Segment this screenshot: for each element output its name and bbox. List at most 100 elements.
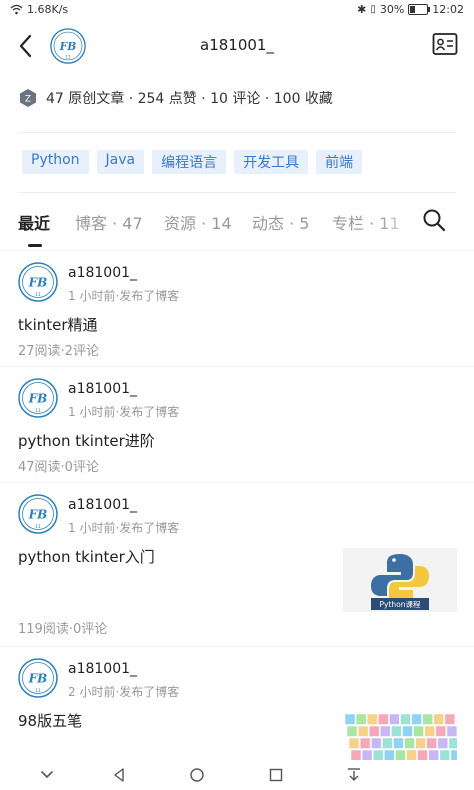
tab-fade: [378, 208, 418, 240]
keyboard-key: [422, 713, 433, 725]
divider: [0, 250, 474, 251]
author-avatar[interactable]: FB 11: [18, 378, 58, 418]
keyboard-key: [415, 737, 426, 749]
avatar-sub: 11: [35, 524, 41, 530]
keyboard-key: [413, 725, 424, 737]
author-name[interactable]: a181001_: [68, 661, 137, 677]
post-stats: 47阅读·0评论: [18, 460, 99, 475]
keyboard-key: [382, 737, 393, 749]
divider: [18, 132, 456, 133]
nav-back-icon[interactable]: [110, 766, 128, 784]
post-title[interactable]: python tkinter入门: [18, 546, 155, 567]
keyboard-key: [446, 725, 457, 737]
tab-bar: 最近 博客 · 47 资源 · 14 动态 · 5 专栏 · 11: [18, 208, 474, 248]
keyboard-key: [444, 713, 456, 725]
profile-card-icon[interactable]: [432, 32, 458, 56]
author-avatar[interactable]: FB 11: [18, 658, 58, 698]
network-speed: 1.68K/s: [27, 3, 69, 16]
python-course-thumbnail[interactable]: Python课程: [343, 548, 457, 612]
avatar-monogram: FB: [28, 276, 48, 290]
tab-blog[interactable]: 博客 · 47: [75, 210, 143, 234]
keyboard-key: [448, 737, 457, 749]
feed-item[interactable]: FB 11 a181001_ 1 小时前·发布了博客 python tkinte…: [0, 494, 474, 642]
divider: [18, 192, 456, 193]
keyboard-key: [426, 737, 437, 749]
profile-stats: Z 47 原创文章 · 254 点赞 · 10 评论 · 100 收藏: [18, 88, 333, 108]
bluetooth-icon: ✱: [357, 3, 367, 16]
keyboard-key: [424, 725, 435, 737]
active-tab-indicator: [28, 244, 42, 247]
status-bar: 1.68K/s ✱ ▯ 30% 12:02: [0, 0, 474, 20]
author-avatar[interactable]: FB 11: [18, 494, 58, 534]
keyboard-key: [346, 725, 358, 737]
keyboard-key: [384, 749, 395, 761]
post-title[interactable]: tkinter精通: [18, 314, 98, 335]
keyboard-key: [450, 749, 457, 761]
keyboard-key: [406, 749, 417, 761]
post-title[interactable]: 98版五笔: [18, 710, 82, 731]
keyboard-key: [439, 749, 451, 761]
tag-java[interactable]: Java: [96, 150, 145, 174]
battery-level: [410, 6, 416, 13]
avatar-monogram: FB: [28, 508, 48, 522]
author-name[interactable]: a181001_: [68, 497, 137, 513]
keyboard-key: [368, 725, 380, 737]
vibrate-icon: ▯: [370, 4, 376, 15]
keyboard-key: [417, 749, 428, 761]
stats-text: 47 原创文章 · 254 点赞 · 10 评论 · 100 收藏: [46, 91, 333, 107]
tab-resources[interactable]: 资源 · 14: [164, 210, 232, 234]
battery-text: 30%: [379, 3, 405, 16]
chevron-down-icon[interactable]: [38, 766, 56, 784]
author-name[interactable]: a181001_: [68, 381, 137, 397]
tab-activity[interactable]: 动态 · 5: [252, 210, 309, 234]
avatar-sub: 11: [35, 688, 41, 694]
keyboard-key: [402, 725, 413, 737]
clock: 12:02: [432, 3, 464, 16]
search-icon[interactable]: [422, 208, 446, 232]
keyboard-key: [435, 725, 447, 737]
nav-home-icon[interactable]: [188, 766, 206, 784]
keyboard-key: [428, 749, 439, 761]
keyboard-key: [393, 737, 404, 749]
tag-programming-language[interactable]: 编程语言: [152, 150, 227, 174]
battery-icon: [408, 4, 431, 15]
feed-item[interactable]: FB 11 a181001_ 2 小时前·发布了博客 98版五笔: [0, 658, 474, 762]
keyboard-key: [391, 725, 402, 737]
keyboard-key: [400, 713, 411, 725]
keyboard-key: [350, 749, 362, 761]
keyboard-key: [361, 749, 373, 761]
avatar-monogram: FB: [28, 672, 48, 686]
keyboard-key: [355, 713, 367, 725]
wubi-keyboard-thumbnail[interactable]: [343, 712, 457, 762]
wifi-icon: [10, 4, 23, 15]
tab-recent[interactable]: 最近: [18, 210, 50, 234]
keyboard-key: [378, 713, 389, 725]
avatar-sub: 11: [35, 292, 41, 298]
keyboard-key: [380, 725, 391, 737]
avatar-sub: 11: [35, 408, 41, 414]
avatar-sub: 11: [65, 55, 71, 60]
author-avatar[interactable]: FB 11: [18, 262, 58, 302]
keyboard-key: [395, 749, 406, 761]
divider: [0, 366, 474, 367]
post-title[interactable]: python tkinter进阶: [18, 430, 155, 451]
keyboard-key: [357, 725, 369, 737]
post-meta: 1 小时前·发布了博客: [68, 521, 180, 535]
page-title: a181001_: [200, 36, 274, 54]
tag-python[interactable]: Python: [22, 150, 89, 174]
post-meta: 2 小时前·发布了博客: [68, 685, 180, 699]
feed-item[interactable]: FB 11 a181001_ 1 小时前·发布了博客 tkinter精通 27阅…: [0, 262, 474, 362]
author-name[interactable]: a181001_: [68, 265, 137, 281]
keyboard-key: [344, 713, 356, 725]
notification-pulldown-icon[interactable]: [345, 766, 363, 784]
level-badge-icon: Z: [20, 89, 36, 107]
svg-text:Z: Z: [25, 95, 31, 105]
keyboard-key: [411, 713, 422, 725]
tag-dev-tools[interactable]: 开发工具: [234, 150, 309, 174]
keyboard-key: [404, 737, 415, 749]
avatar-monogram: FB: [28, 392, 48, 406]
post-meta: 1 小时前·发布了博客: [68, 405, 180, 419]
feed-item[interactable]: FB 11 a181001_ 1 小时前·发布了博客 python tkinte…: [0, 378, 474, 478]
tag-frontend[interactable]: 前端: [316, 150, 363, 174]
nav-recents-icon[interactable]: [267, 766, 285, 784]
